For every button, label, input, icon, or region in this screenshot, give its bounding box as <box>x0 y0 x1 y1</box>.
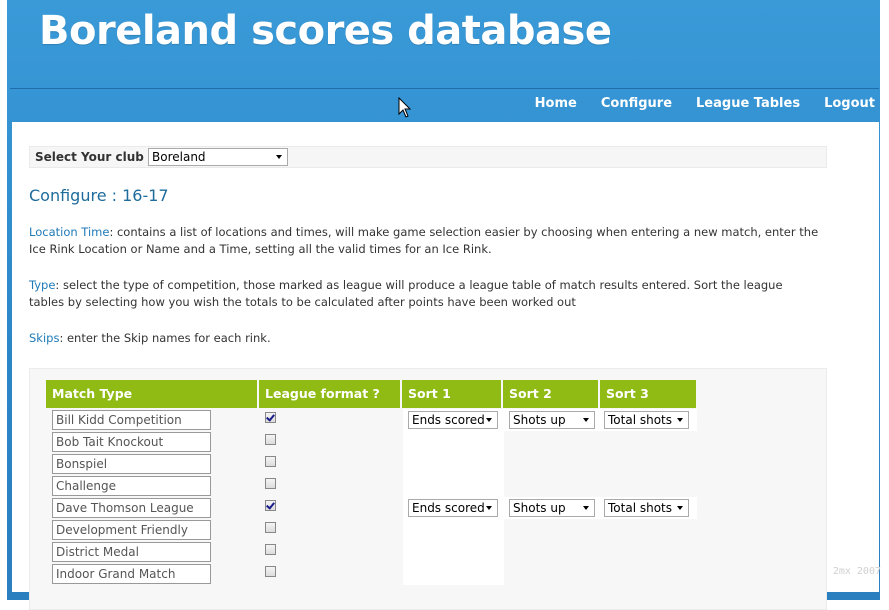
sort-cell-empty <box>403 541 504 563</box>
match-type-table: Match Type League format ? Sort 1 Sort 2… <box>29 368 827 610</box>
sort3-cell: Total shots <box>601 409 697 431</box>
club-selector-bar: Select Your club : Boreland <box>29 146 827 168</box>
match-type-input[interactable]: Bob Tait Knockout <box>52 432 211 452</box>
sort3-value: Total shots <box>608 501 672 515</box>
nav-configure[interactable]: Configure <box>601 96 672 112</box>
sort3-value: Total shots <box>608 413 672 427</box>
league-format-checkbox[interactable] <box>265 566 276 577</box>
sort1-value: Ends scored <box>412 501 485 515</box>
sort3-select[interactable]: Total shots <box>604 411 689 429</box>
chevron-down-icon <box>583 506 589 510</box>
match-type-input[interactable]: Bonspiel <box>52 454 211 474</box>
description-type: Type: select the type of competition, th… <box>29 278 783 309</box>
description-location-time: Location Time: contains a list of locati… <box>29 225 819 256</box>
match-type-input[interactable]: Bill Kidd Competition <box>52 410 211 430</box>
chevron-down-icon <box>276 155 282 159</box>
club-select-value: Boreland <box>152 150 206 164</box>
table-row: Development Friendly <box>46 519 696 541</box>
sort2-cell: Shots up <box>504 497 601 519</box>
description-skips: Skips: enter the Skip names for each rin… <box>29 331 271 345</box>
league-format-checkbox[interactable] <box>265 500 276 511</box>
nav-logout[interactable]: Logout <box>824 96 875 112</box>
term-skips[interactable]: Skips <box>29 331 59 345</box>
league-format-checkbox[interactable] <box>265 544 276 555</box>
league-format-checkbox[interactable] <box>265 412 276 423</box>
table-row: Dave Thomson League Ends scored Shots up To… <box>46 497 697 519</box>
header-sort-3: Sort 3 <box>600 380 696 408</box>
chevron-down-icon <box>486 418 492 422</box>
sort2-select[interactable]: Shots up <box>509 411 595 429</box>
table-row: Indoor Grand Match <box>46 563 696 585</box>
sort3-cell: Total shots <box>601 497 697 519</box>
sort1-cell: Ends scored <box>403 497 504 519</box>
sort3-select[interactable]: Total shots <box>604 499 689 517</box>
chevron-down-icon <box>583 418 589 422</box>
match-type-input[interactable]: Dave Thomson League <box>52 498 211 518</box>
club-label: Select Your club : <box>35 150 153 164</box>
sort2-cell: Shots up <box>504 409 601 431</box>
sort2-value: Shots up <box>513 501 566 515</box>
match-type-input[interactable]: Development Friendly <box>52 520 211 540</box>
header-league-format: League format ? <box>259 380 402 408</box>
sort2-select[interactable]: Shots up <box>509 499 595 517</box>
nav-league-tables[interactable]: League Tables <box>696 96 800 112</box>
match-type-input[interactable]: District Medal <box>52 542 211 562</box>
sort-cell-empty <box>403 519 504 541</box>
header-sort-2: Sort 2 <box>503 380 600 408</box>
page-title: Configure : 16-17 <box>29 186 169 205</box>
sort-cell-empty <box>403 563 504 585</box>
header-match-type: Match Type <box>46 380 259 408</box>
table-row: Bob Tait Knockout <box>46 431 696 453</box>
league-format-checkbox[interactable] <box>265 478 276 489</box>
league-format-checkbox[interactable] <box>265 522 276 533</box>
chevron-down-icon <box>677 418 683 422</box>
header-sort-1: Sort 1 <box>402 380 503 408</box>
site-title: Boreland scores database <box>39 8 612 54</box>
sort-cell-empty <box>403 453 504 475</box>
chevron-down-icon <box>677 506 683 510</box>
table-row: Bill Kidd Competition Ends scored Shots up… <box>46 409 697 431</box>
sort1-value: Ends scored <box>412 413 485 427</box>
nav-divider <box>10 88 879 89</box>
sort-cell-empty <box>403 431 504 453</box>
term-location-time[interactable]: Location Time <box>29 225 109 239</box>
mouse-pointer-icon <box>398 97 412 118</box>
table-row: Challenge <box>46 475 696 497</box>
watermark: 2mx 2007 <box>832 566 881 577</box>
sort1-select[interactable]: Ends scored <box>408 411 498 429</box>
sort-cell-empty <box>403 475 504 497</box>
match-type-input[interactable]: Challenge <box>52 476 211 496</box>
table-row: District Medal <box>46 541 696 563</box>
term-type[interactable]: Type <box>29 278 55 292</box>
chevron-down-icon <box>486 506 492 510</box>
sort1-cell: Ends scored <box>403 409 504 431</box>
table-header: Match Type League format ? Sort 1 Sort 2… <box>46 380 696 408</box>
main-content: Select Your club : Boreland Configure : … <box>12 122 879 610</box>
table-row: Bonspiel <box>46 453 696 475</box>
sort2-value: Shots up <box>513 413 566 427</box>
league-format-checkbox[interactable] <box>265 456 276 467</box>
club-select[interactable]: Boreland <box>148 148 288 166</box>
sort1-select[interactable]: Ends scored <box>408 499 498 517</box>
match-type-input[interactable]: Indoor Grand Match <box>52 564 211 584</box>
nav-home[interactable]: Home <box>535 96 577 112</box>
league-format-checkbox[interactable] <box>265 434 276 445</box>
main-nav: Home Configure League Tables Logout <box>535 96 875 112</box>
